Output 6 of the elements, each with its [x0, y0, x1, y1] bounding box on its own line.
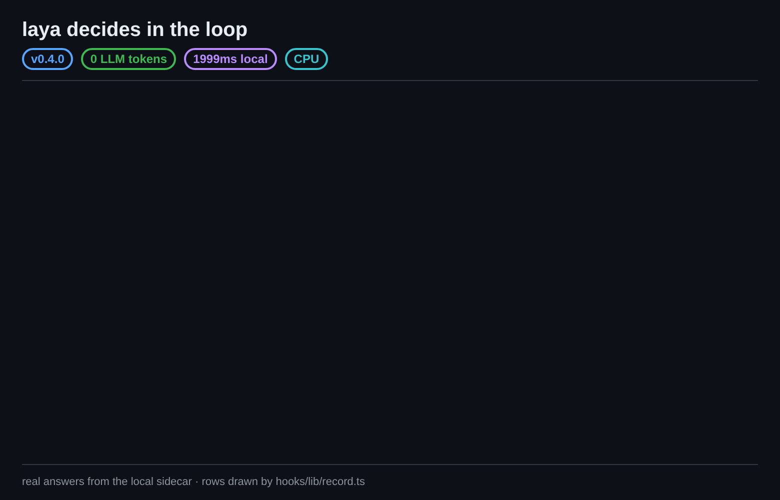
- badge: 1999ms local: [184, 48, 277, 70]
- footer-text: real answers from the local sidecar · rows drawn by hooks/lib/record.ts: [22, 476, 365, 488]
- badge: v0.4.0: [22, 48, 74, 70]
- badge: 0 LLM tokens: [81, 48, 176, 70]
- badge: CPU: [284, 48, 328, 70]
- page-title: laya decides in the loop: [22, 18, 249, 42]
